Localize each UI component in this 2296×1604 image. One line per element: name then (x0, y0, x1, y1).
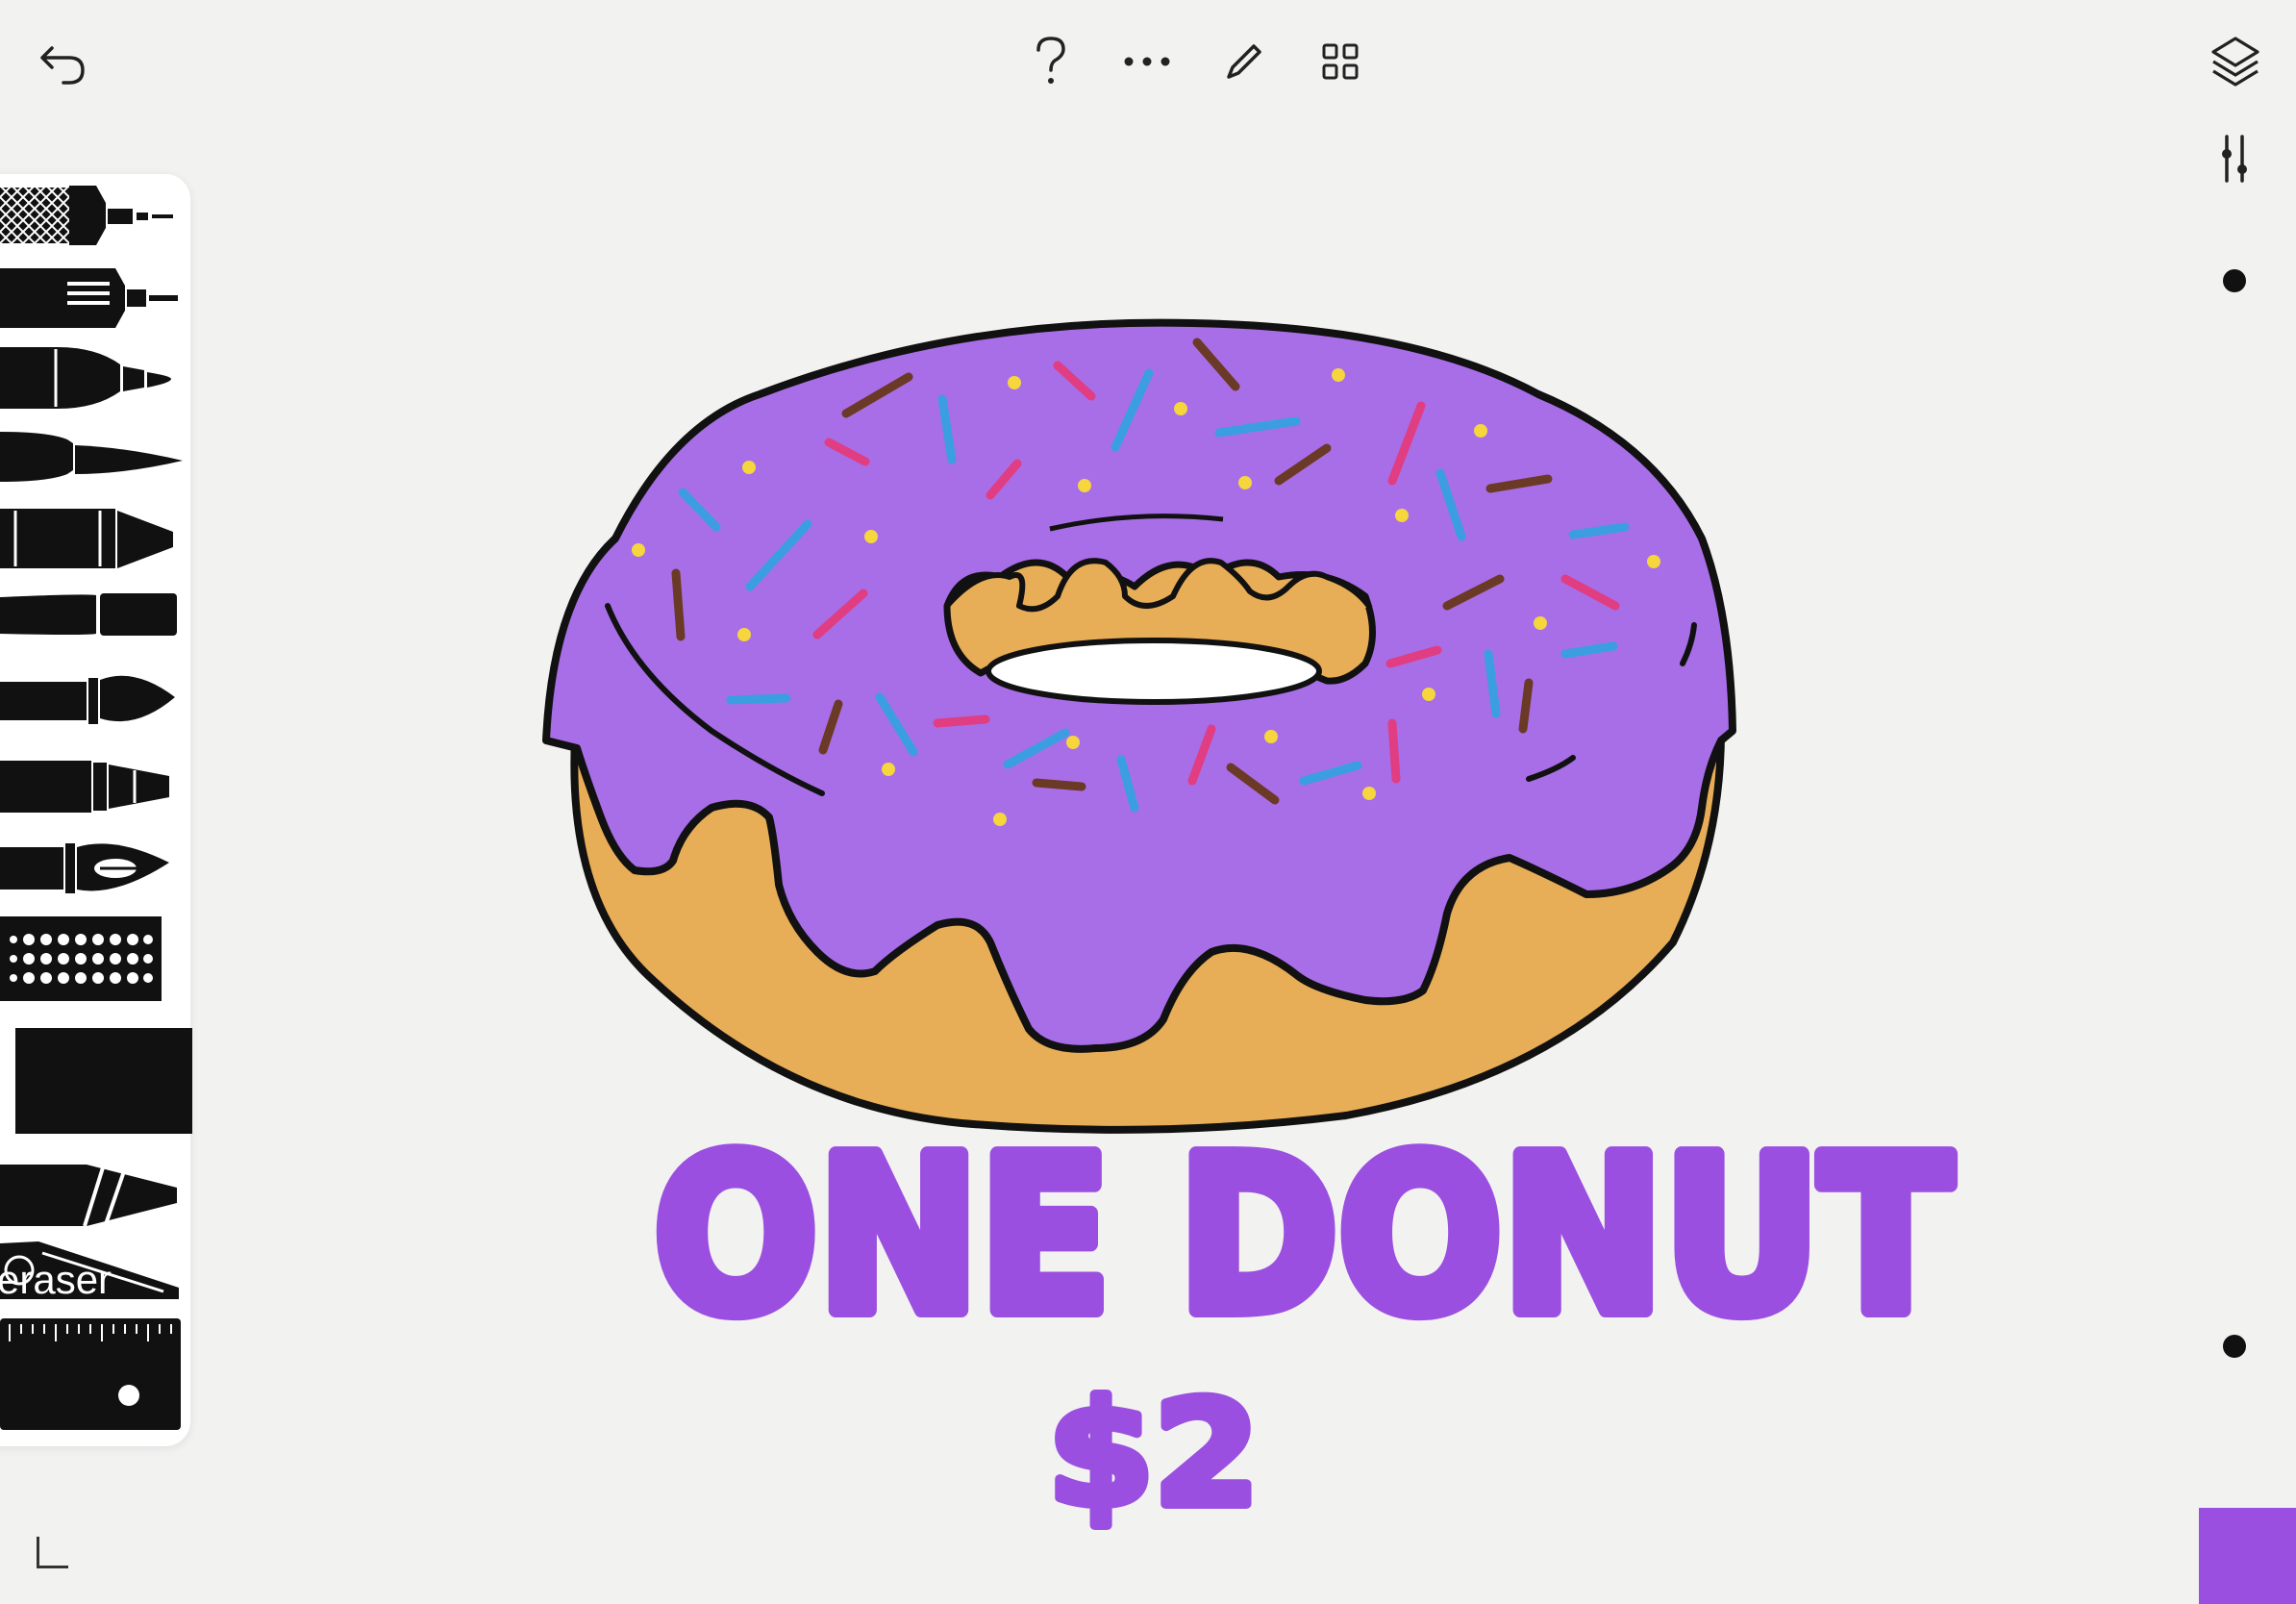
price-text: $2 (1048, 1371, 1260, 1539)
donut-hole (986, 638, 1322, 705)
headline-text: ONE DONUT (654, 1113, 1952, 1361)
current-color-swatch[interactable] (2199, 1508, 2296, 1604)
canvas-corner-marker (37, 1537, 68, 1568)
drawing-canvas[interactable]: ONE DONUT $2 (0, 0, 2296, 1604)
